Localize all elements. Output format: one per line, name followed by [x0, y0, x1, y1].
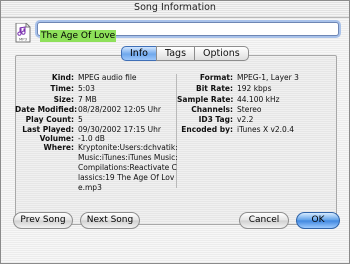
tab-info[interactable]: Info [121, 46, 157, 61]
cancel-button[interactable]: Cancel [239, 212, 289, 229]
play-count-value: 5 [78, 115, 83, 124]
ok-button[interactable]: OK [296, 212, 340, 229]
encoded-by-label: Encoded by: [181, 125, 233, 134]
size-label: Size: [53, 95, 74, 104]
song-name-field[interactable]: The Age Of Love [37, 22, 339, 42]
play-count-label: Play Count: [25, 115, 74, 124]
channels-label: Channels: [191, 105, 233, 114]
date-modified-value: 08/28/2002 12:05 Uhr [78, 105, 161, 114]
format-label: Format: [199, 73, 233, 82]
title-bar[interactable]: Song Information [1, 1, 349, 18]
where-value: Kryptonite:Users:dchvatik:Music:iTunes:i… [78, 143, 178, 192]
bit-rate-value: 192 kbps [237, 84, 272, 93]
time-value: 5:03 [78, 84, 95, 93]
next-song-button[interactable]: Next Song [80, 212, 140, 229]
channels-value: Stereo [237, 105, 262, 114]
bit-rate-label: Bit Rate: [196, 84, 233, 93]
encoded-by-value: iTunes X v2.0.4 [237, 125, 294, 134]
where-label: Where: [43, 143, 74, 152]
format-value: MPEG-1, Layer 3 [237, 73, 299, 82]
kind-label: Kind: [51, 73, 74, 82]
music-file-icon: MP3 [15, 22, 31, 43]
song-name-text: The Age Of Love [40, 30, 117, 42]
sample-rate-label: Sample Rate: [177, 95, 234, 104]
sample-rate-value: 44.100 kHz [237, 95, 280, 104]
prev-song-button[interactable]: Prev Song [13, 212, 73, 229]
date-modified-label: Date Modified: [15, 105, 78, 114]
time-label: Time: [50, 84, 74, 93]
song-info-window: Song Information MP3 The Age Of Love Inf… [0, 0, 350, 264]
file-type-label: MP3 [19, 37, 28, 42]
tab-options[interactable]: Options [194, 46, 249, 61]
tab-tags[interactable]: Tags [155, 46, 196, 61]
size-value: 7 MB [78, 95, 97, 104]
id3-tag-label: ID3 Tag: [198, 115, 233, 124]
tab-bar: Info Tags Options [121, 46, 249, 62]
window-title: Song Information [134, 2, 216, 13]
id3-tag-value: v2.2 [237, 115, 254, 124]
kind-value: MPEG audio file [78, 73, 137, 82]
